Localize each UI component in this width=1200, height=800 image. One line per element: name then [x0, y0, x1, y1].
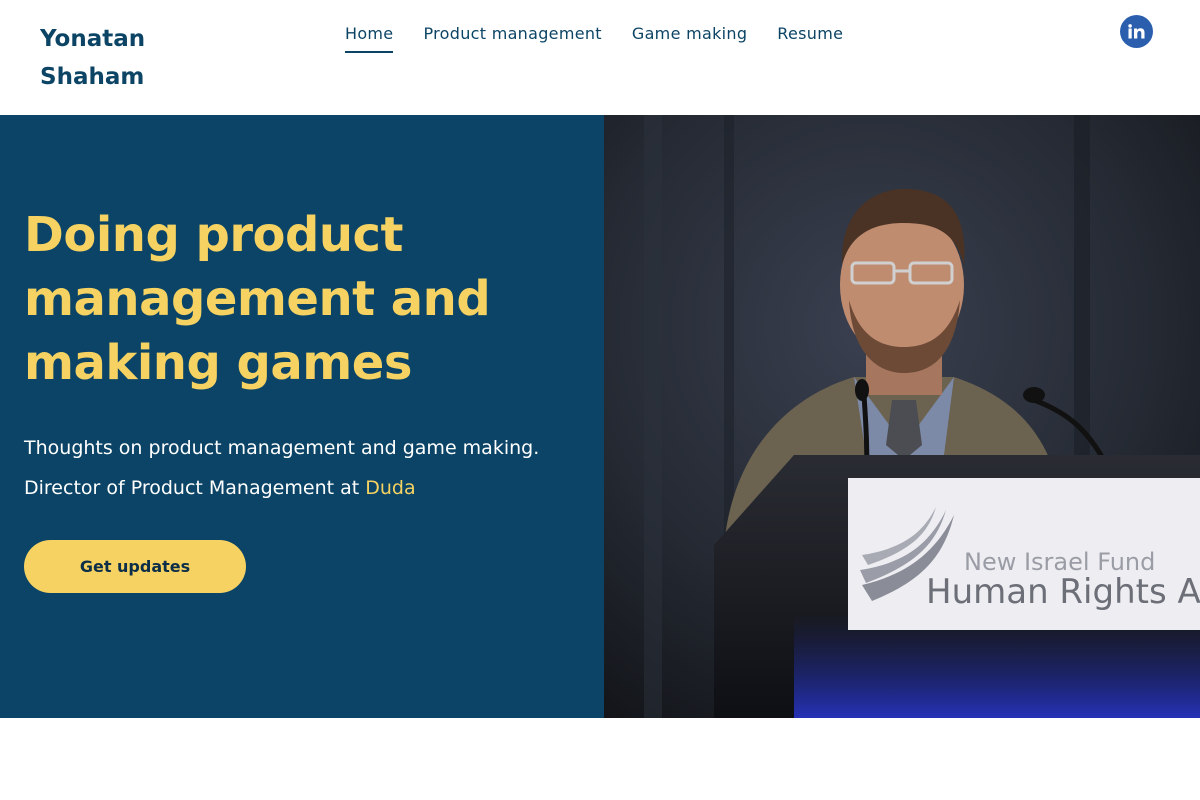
hero-photo: New Israel Fund Human Rights Aw	[604, 115, 1200, 718]
nav-game-making[interactable]: Game making	[632, 22, 747, 53]
main-nav: Home Product management Game making Resu…	[345, 22, 873, 53]
hero-section: Doing product management and making game…	[0, 115, 1200, 718]
linkedin-icon	[1128, 24, 1145, 39]
page-below-hero	[0, 718, 1200, 800]
linkedin-button[interactable]	[1120, 15, 1153, 48]
hero-text-panel: Doing product management and making game…	[0, 115, 604, 718]
hero-subtitle-line2: Director of Product Management at	[24, 477, 366, 499]
nav-product-management[interactable]: Product management	[423, 22, 601, 53]
sign-line2: Human Rights Aw	[926, 572, 1200, 612]
speaker-photo: New Israel Fund Human Rights Aw	[604, 115, 1200, 718]
hero-title: Doing product management and making game…	[24, 207, 491, 391]
site-header: Yonatan Shaham Home Product management G…	[0, 0, 1200, 115]
site-brand[interactable]: Yonatan Shaham	[40, 20, 210, 96]
nav-home[interactable]: Home	[345, 22, 394, 53]
get-updates-button[interactable]: Get updates	[24, 540, 246, 593]
hero-subtitle: Thoughts on product management and game …	[24, 428, 594, 508]
duda-link[interactable]: Duda	[365, 477, 415, 499]
hero-subtitle-line1: Thoughts on product management and game …	[24, 437, 540, 459]
nav-resume[interactable]: Resume	[777, 22, 843, 53]
